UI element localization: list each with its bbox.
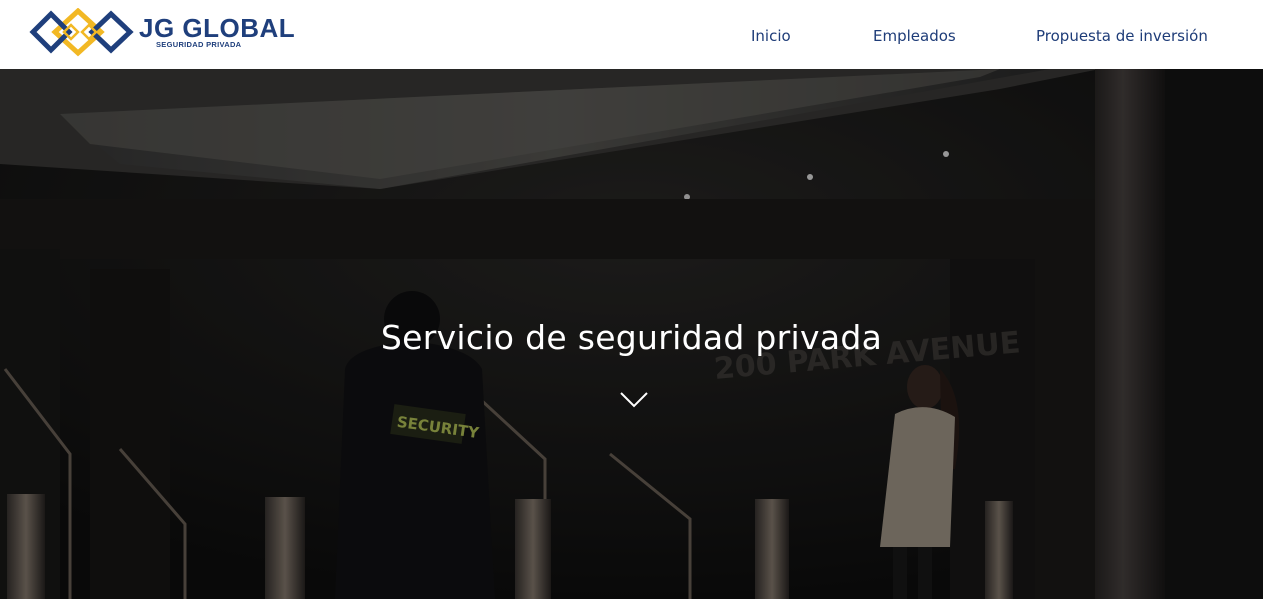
nav-link-propuesta[interactable]: Propuesta de inversión	[1036, 27, 1208, 45]
logo-diamonds-icon	[29, 8, 134, 57]
nav-link-inicio[interactable]: Inicio	[751, 27, 791, 45]
site-header: JG GLOBAL SEGURIDAD PRIVADA Inicio Emple…	[0, 0, 1263, 69]
nav-link-empleados[interactable]: Empleados	[873, 27, 956, 45]
hero-section: 200 PARK AVENUE SECURITY Servicio de seg…	[0, 69, 1263, 599]
brand-logo[interactable]: JG GLOBAL SEGURIDAD PRIVADA	[26, 8, 295, 58]
brand-title: JG GLOBAL	[139, 13, 296, 43]
brand-subtitle: SEGURIDAD PRIVADA	[156, 40, 242, 49]
hero-title: Servicio de seguridad privada	[380, 318, 883, 357]
chevron-down-icon[interactable]	[619, 391, 649, 409]
